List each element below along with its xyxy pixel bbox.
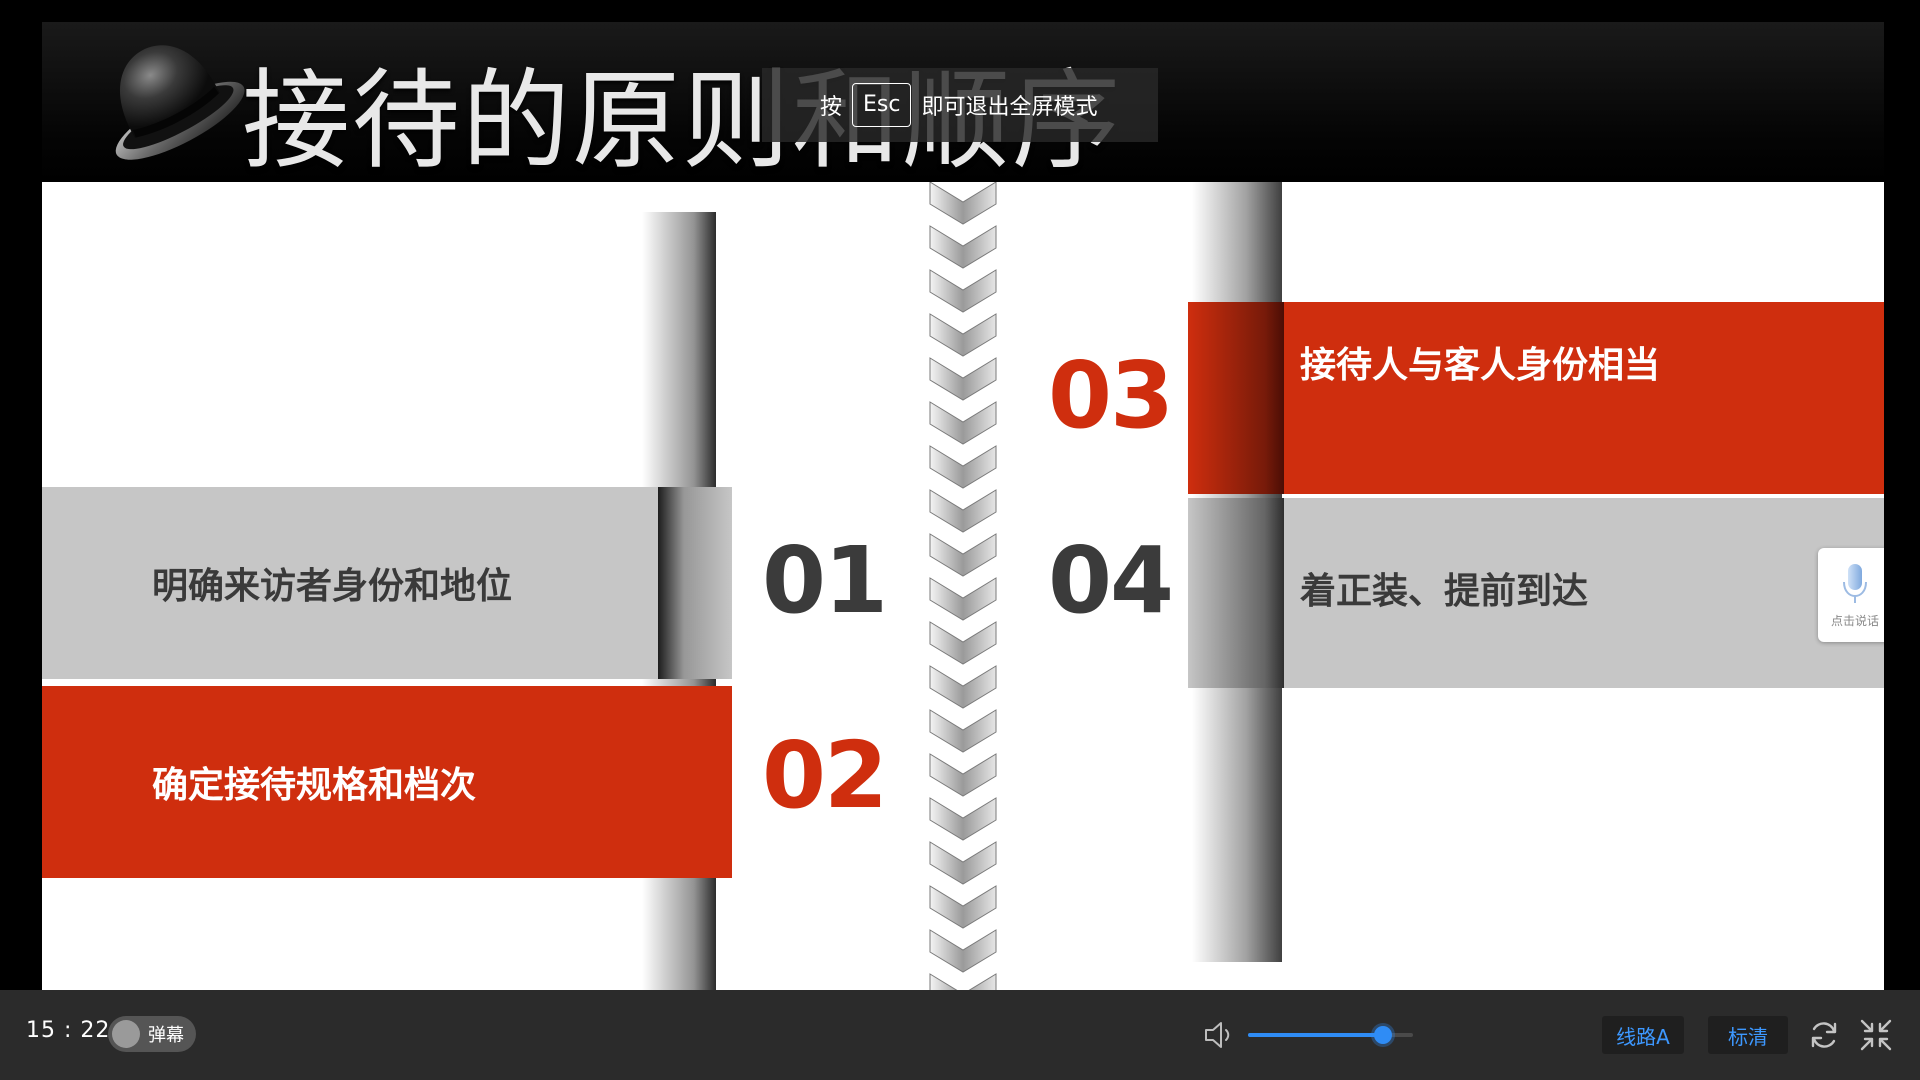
- esc-hint-prefix: 按: [820, 95, 843, 120]
- quality-select-button[interactable]: 标清: [1708, 1016, 1788, 1054]
- danmaku-label: 弹幕: [148, 1025, 184, 1046]
- principle-number-02: 02: [762, 722, 888, 829]
- chevron-segment: [929, 225, 997, 269]
- chevron-segment: [929, 401, 997, 445]
- chevron-segment: [929, 665, 997, 709]
- esc-key-label: Esc: [852, 83, 912, 127]
- volume-icon[interactable]: [1202, 1018, 1236, 1052]
- chevron-segment: [929, 753, 997, 797]
- band-shadow-04: [1188, 498, 1284, 688]
- chevron-segment: [929, 577, 997, 621]
- chevron-segment: [929, 357, 997, 401]
- exit-fullscreen-hint: 按 Esc 即可退出全屏模式: [762, 68, 1158, 142]
- presentation-slide: 接待的原则和顺序 明确来访者身份和地位 确定接待规格和档次 接待人与客人身份相当: [42, 22, 1884, 1060]
- chevron-segment: [929, 797, 997, 841]
- voice-input-button[interactable]: 点击说话: [1818, 548, 1884, 642]
- principle-item-02: 确定接待规格和档次: [42, 686, 732, 878]
- principle-number-03: 03: [1048, 342, 1174, 449]
- voice-input-label: 点击说话: [1830, 613, 1879, 628]
- chevron-segment: [929, 533, 997, 577]
- chevron-segment: [929, 269, 997, 313]
- principle-number-01: 01: [762, 527, 888, 634]
- chevron-segment: [929, 489, 997, 533]
- band-shadow-01: [658, 487, 732, 679]
- volume-slider-thumb[interactable]: [1374, 1026, 1393, 1044]
- bowler-hat-icon: [115, 45, 245, 160]
- principle-text-04: 着正装、提前到达: [1300, 571, 1589, 612]
- principle-text-03: 接待人与客人身份相当: [1300, 345, 1661, 386]
- principle-text-01: 明确来访者身份和地位: [152, 566, 513, 607]
- chevron-segment: [929, 621, 997, 665]
- microphone-icon: [1843, 563, 1867, 603]
- chevron-segment: [929, 929, 997, 973]
- toggle-knob: [112, 1020, 140, 1048]
- slide-content: 明确来访者身份和地位 确定接待规格和档次 接待人与客人身份相当 着正装、提前到达…: [42, 182, 1884, 990]
- chevron-segment: [929, 709, 997, 753]
- chevron-segment: [929, 841, 997, 885]
- exit-fullscreen-icon[interactable]: [1858, 1017, 1894, 1053]
- chevron-segment: [929, 313, 997, 357]
- volume-fill: [1248, 1033, 1384, 1037]
- danmaku-toggle[interactable]: 弹幕: [108, 1016, 196, 1052]
- principle-item-03: 接待人与客人身份相当: [1188, 302, 1884, 494]
- band-shadow-03: [1188, 302, 1284, 494]
- esc-hint-suffix: 即可退出全屏模式: [921, 95, 1098, 120]
- principle-item-01: 明确来访者身份和地位: [42, 487, 732, 679]
- playback-time: 15 : 22: [26, 1018, 111, 1043]
- chevron-segment: [929, 973, 997, 990]
- chevron-divider: [929, 182, 997, 990]
- principle-number-04: 04: [1048, 527, 1174, 634]
- principle-item-04: 着正装、提前到达: [1188, 498, 1884, 688]
- refresh-icon[interactable]: [1806, 1017, 1842, 1053]
- volume-slider[interactable]: [1248, 1026, 1413, 1044]
- line-select-button[interactable]: 线路A: [1602, 1016, 1684, 1054]
- player-control-bar: 15 : 22 弹幕 线路A 标清: [0, 990, 1920, 1080]
- fullscreen-player: 接待的原则和顺序 明确来访者身份和地位 确定接待规格和档次 接待人与客人身份相当: [0, 0, 1920, 1080]
- chevron-segment: [929, 445, 997, 489]
- chevron-segment: [929, 885, 997, 929]
- chevron-segment: [929, 182, 997, 225]
- principle-text-02: 确定接待规格和档次: [152, 765, 477, 806]
